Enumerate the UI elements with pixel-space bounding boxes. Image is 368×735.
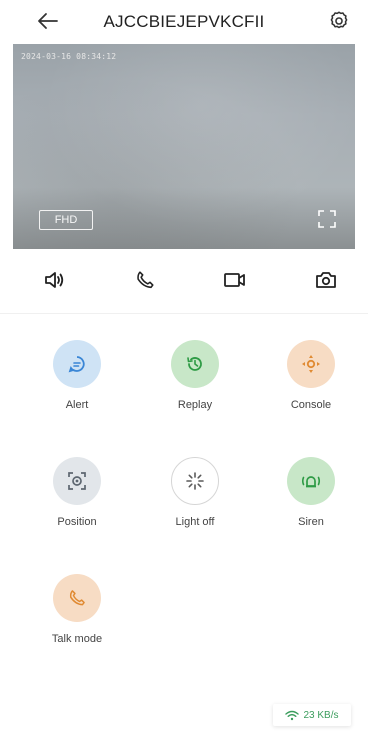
talk-mode-label: Talk mode	[51, 633, 103, 645]
page-title: AJCCBIEJEPVKCFII	[103, 12, 265, 31]
replay-label: Replay	[177, 399, 213, 411]
alert-circle	[53, 340, 101, 388]
phone-icon	[136, 271, 154, 289]
gear-icon	[330, 11, 348, 29]
light-icon	[186, 472, 204, 490]
siren-icon	[301, 476, 321, 488]
snapshot-button[interactable]	[310, 264, 342, 296]
fullscreen-icon	[318, 210, 336, 228]
feature-grid: Alert Replay Console Position Light off …	[0, 320, 368, 700]
video-timestamp: 2024-03-16 08:34:12	[21, 52, 117, 61]
console-label: Console	[290, 399, 332, 411]
live-video-view[interactable]: 2024-03-16 08:34:12 FHD	[13, 44, 355, 249]
siren-circle	[287, 457, 335, 505]
wifi-icon	[285, 710, 300, 720]
video-record-icon	[224, 273, 246, 287]
divider	[0, 313, 368, 314]
position-label: Position	[57, 516, 97, 528]
light-off-button[interactable]: Light off	[152, 457, 238, 547]
alert-button[interactable]: Alert	[34, 340, 120, 430]
siren-label: Siren	[298, 516, 324, 528]
phone-icon	[69, 590, 85, 606]
target-icon	[68, 472, 86, 490]
speaker-icon	[45, 272, 64, 288]
talk-mode-button[interactable]: Talk mode	[34, 574, 120, 664]
light-off-circle	[171, 457, 219, 505]
replay-button[interactable]: Replay	[152, 340, 238, 430]
light-off-label: Light off	[175, 516, 215, 528]
top-bar: AJCCBIEJEPVKCFII	[0, 0, 368, 44]
speaker-button[interactable]	[38, 264, 70, 296]
control-bar	[0, 258, 368, 302]
camera-icon	[316, 272, 336, 288]
call-button[interactable]	[129, 264, 161, 296]
alert-label: Alert	[65, 399, 89, 411]
position-circle	[53, 457, 101, 505]
siren-button[interactable]: Siren	[268, 457, 354, 547]
replay-circle	[171, 340, 219, 388]
network-speed-text: 23 KB/s	[303, 709, 339, 721]
quality-button[interactable]: FHD	[39, 210, 93, 230]
network-speed-badge: 23 KB/s	[273, 704, 351, 726]
message-icon	[68, 356, 85, 373]
fullscreen-button[interactable]	[316, 208, 338, 230]
ptz-control-icon	[302, 355, 320, 373]
talk-mode-circle	[53, 574, 101, 622]
settings-button[interactable]	[325, 8, 353, 34]
history-icon	[187, 357, 202, 371]
record-button[interactable]	[219, 264, 251, 296]
console-circle	[287, 340, 335, 388]
position-button[interactable]: Position	[34, 457, 120, 547]
console-button[interactable]: Console	[268, 340, 354, 430]
